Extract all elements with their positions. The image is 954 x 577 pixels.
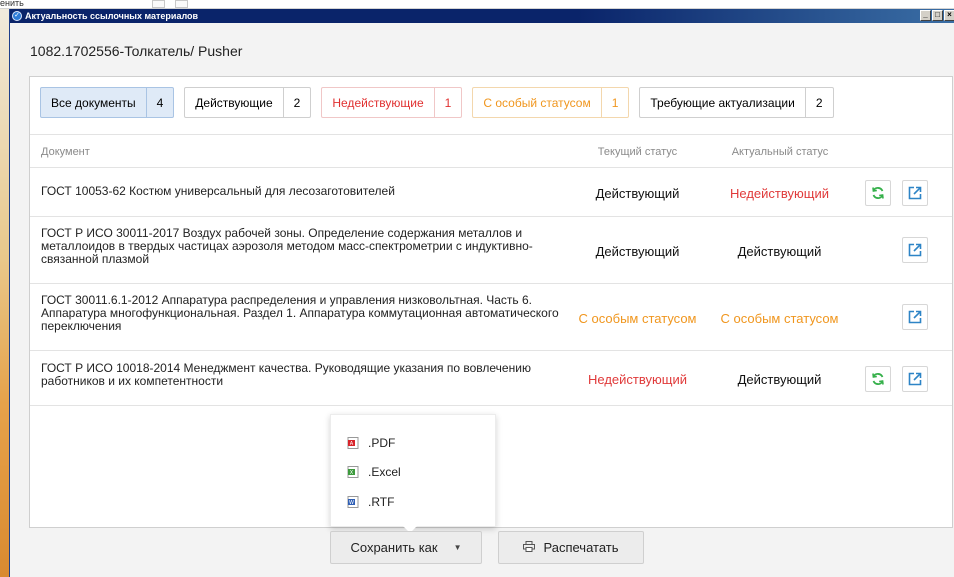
background-toolbar-box: [175, 0, 188, 8]
background-fragment-text: енить: [0, 0, 24, 8]
chevron-down-icon: ▼: [453, 543, 462, 552]
external-link-icon: [908, 186, 922, 200]
save-as-label: Сохранить как: [350, 540, 438, 555]
document-name: ГОСТ Р ИСО 30011-2017 Воздух рабочей зон…: [41, 226, 533, 266]
table-header: Документ Текущий статус Актуальный стату…: [30, 134, 952, 168]
filter-inactive[interactable]: Недействующие 1: [321, 87, 463, 118]
menu-item-label: .Excel: [368, 465, 401, 479]
external-link-icon: [908, 243, 922, 257]
print-label: Распечатать: [543, 540, 619, 555]
print-button[interactable]: Распечатать: [498, 531, 644, 564]
filter-label: С особый статусом: [483, 95, 591, 110]
filter-tabs: Все документы 4 Действующие 2 Недействую…: [40, 87, 844, 118]
current-status: Действующий: [595, 186, 680, 201]
filter-label: Недействующие: [332, 95, 424, 110]
rtf-file-icon: W: [347, 496, 359, 508]
external-link-icon: [908, 372, 922, 386]
filter-count: 1: [433, 88, 462, 117]
actual-status: Недействующий: [730, 186, 829, 201]
refresh-icon: [872, 187, 884, 199]
minimize-button[interactable]: _: [920, 10, 931, 21]
menu-item-excel[interactable]: X .Excel: [347, 463, 401, 481]
page-title: 1082.1702556-Толкатель/ Pusher: [30, 43, 243, 59]
open-document-button[interactable]: [902, 237, 928, 263]
open-document-button[interactable]: [902, 180, 928, 206]
current-status: Недействующий: [588, 372, 687, 387]
svg-text:W: W: [349, 500, 354, 506]
column-header-actual-status: Актуальный статус: [731, 146, 829, 158]
external-link-icon: [908, 310, 922, 324]
current-status: Действующий: [595, 244, 680, 259]
maximize-button[interactable]: □: [932, 10, 943, 21]
svg-text:A: A: [350, 441, 354, 447]
current-status: С особым статусом: [578, 311, 697, 326]
table-row: ГОСТ 30011.6.1-2012 Аппаратура распредел…: [30, 284, 952, 351]
filter-active[interactable]: Действующие 2: [184, 87, 312, 118]
column-header-document: Документ: [41, 146, 90, 158]
column-header-current-status: Текущий статус: [597, 146, 678, 158]
background-app-strip: енить: [0, 0, 954, 9]
app-icon: ✓: [12, 11, 22, 21]
filter-all-documents[interactable]: Все документы 4: [40, 87, 175, 118]
save-as-button[interactable]: Сохранить как ▼: [330, 531, 482, 564]
refresh-button[interactable]: [865, 180, 891, 206]
window-title: Актуальность ссылочных материалов: [25, 11, 199, 21]
printer-icon: [523, 540, 536, 555]
menu-item-label: .PDF: [368, 436, 396, 450]
document-name: ГОСТ 10053-62 Костюм универсальный для л…: [41, 184, 395, 198]
excel-file-icon: X: [347, 466, 359, 478]
actual-status: С особым статусом: [720, 311, 839, 326]
close-button[interactable]: ×: [944, 10, 954, 21]
menu-item-rtf[interactable]: W .RTF: [347, 493, 394, 511]
filter-count: 2: [282, 88, 311, 117]
filter-label: Все документы: [51, 95, 136, 110]
filter-special-status[interactable]: С особый статусом 1: [472, 87, 630, 118]
filter-count: 4: [145, 88, 174, 117]
open-document-button[interactable]: [902, 304, 928, 330]
actual-status: Действующий: [737, 244, 822, 259]
filter-count: 2: [804, 88, 833, 117]
menu-item-pdf[interactable]: A .PDF: [347, 434, 395, 452]
pdf-file-icon: A: [347, 437, 359, 449]
actual-status: Действующий: [737, 372, 822, 387]
refresh-button[interactable]: [865, 366, 891, 392]
table-row: ГОСТ Р ИСО 10018-2014 Менеджмент качеств…: [30, 351, 952, 406]
background-toolbar-box: [152, 0, 165, 8]
filter-needs-update[interactable]: Требующие актуализации 2: [639, 87, 834, 118]
refresh-icon: [872, 373, 884, 385]
filter-label: Требующие актуализации: [650, 95, 795, 110]
filter-count: 1: [600, 88, 629, 117]
menu-item-label: .RTF: [368, 495, 395, 509]
svg-text:X: X: [350, 470, 354, 476]
document-name: ГОСТ 30011.6.1-2012 Аппаратура распредел…: [41, 293, 559, 333]
title-bar[interactable]: ✓ Актуальность ссылочных материалов _ □ …: [10, 9, 954, 23]
dialog-window: ✓ Актуальность ссылочных материалов _ □ …: [9, 9, 954, 577]
filter-label: Действующие: [195, 95, 273, 110]
document-name: ГОСТ Р ИСО 10018-2014 Менеджмент качеств…: [41, 361, 531, 388]
table-row: ГОСТ Р ИСО 30011-2017 Воздух рабочей зон…: [30, 217, 952, 284]
open-document-button[interactable]: [902, 366, 928, 392]
table-row: ГОСТ 10053-62 Костюм универсальный для л…: [30, 168, 952, 217]
save-format-menu: A .PDF X .Excel W .RTF: [330, 414, 496, 527]
window-controls: _ □ ×: [920, 10, 954, 21]
